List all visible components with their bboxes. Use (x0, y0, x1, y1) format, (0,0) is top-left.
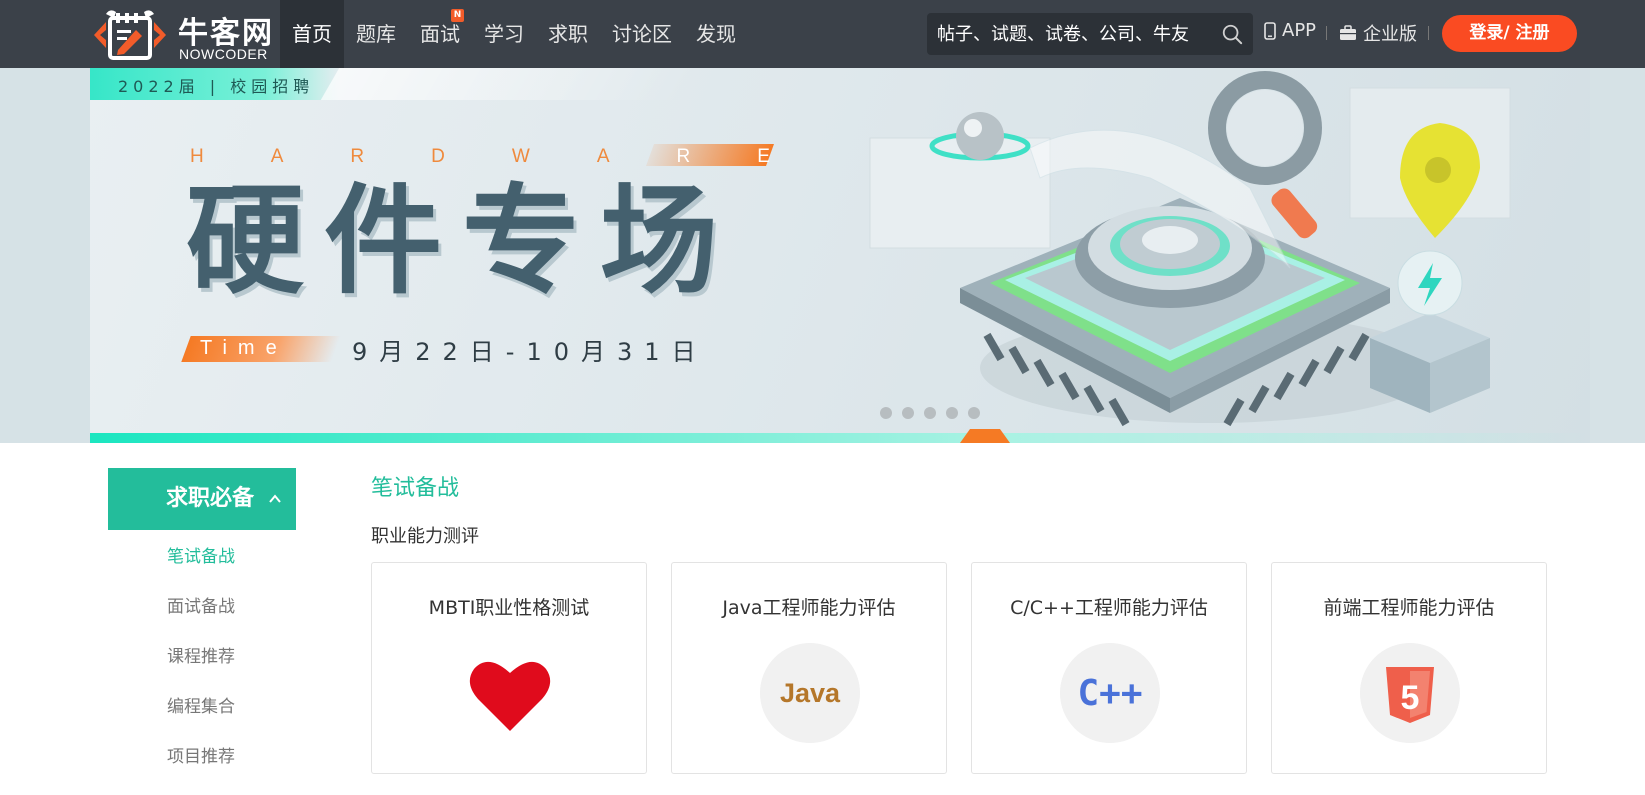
hardware-letter: R (350, 146, 365, 167)
briefcase-icon (1340, 25, 1356, 40)
sidebar-item-coding-collection[interactable]: 编程集合 (167, 692, 235, 717)
enterprise-label: 企业版 (1363, 24, 1417, 45)
nav-label: 讨论区 (612, 22, 672, 46)
nav-label: 发现 (696, 22, 736, 46)
nav-item-interview[interactable]: 面试 N (408, 0, 472, 68)
banner-carousel: 2022届 | 校园招聘 H A R D W A R E 硬件专场 Time 9… (0, 68, 1645, 443)
card-title: Java工程师能力评估 (722, 597, 896, 619)
phone-icon (1264, 21, 1276, 40)
top-navbar: 牛客网 NOWCODER 首页 题库 面试N 学习 求职 讨论区 发现 APP … (0, 0, 1645, 68)
chevron-up-icon (269, 494, 281, 503)
banner-title: 硬件专场 (186, 172, 739, 310)
sidebar-header-job-prep[interactable]: 求职必备 (108, 468, 296, 530)
nav-item-jobs[interactable]: 求职 (536, 0, 600, 68)
banner-slide[interactable]: 2022届 | 校园招聘 H A R D W A R E 硬件专场 Time 9… (90, 68, 1590, 443)
nav-item-question-bank[interactable]: 题库 (344, 0, 408, 68)
nav-label: 题库 (356, 22, 396, 46)
hardware-letter: A (270, 146, 284, 167)
search-icon[interactable] (1221, 23, 1243, 45)
nav-item-discover[interactable]: 发现 (684, 0, 748, 68)
new-badge: N (451, 9, 464, 22)
sidebar-item-projects[interactable]: 项目推荐 (167, 742, 235, 767)
carousel-dot[interactable] (924, 407, 936, 419)
card-cpp-assessment[interactable]: C/C++工程师能力评估 C++ (971, 562, 1247, 774)
nav-label: 学习 (484, 22, 524, 46)
hardware-letter: E (757, 146, 770, 167)
sidebar-header-label: 求职必备 (166, 486, 255, 511)
carousel-dots (880, 407, 980, 419)
divider (1326, 26, 1327, 40)
chip-illustration (869, 71, 1511, 427)
nav-label: 求职 (548, 22, 588, 46)
svg-text:C++: C++ (1077, 673, 1142, 714)
carousel-dot[interactable] (946, 407, 958, 419)
app-link[interactable]: APP (1264, 20, 1316, 41)
sidebar-item-written-test[interactable]: 笔试备战 (167, 542, 235, 567)
cpp-icon: C++ (1060, 643, 1160, 743)
card-title: 前端工程师能力评估 (1323, 597, 1495, 619)
hardware-letters: H A R D W A R E (190, 146, 770, 168)
banner-date: 9月22日-10月31日 (352, 338, 708, 366)
banner-tag-tail (320, 68, 700, 100)
heart-icon (469, 661, 551, 731)
app-label: APP (1282, 20, 1317, 41)
nav-item-learn[interactable]: 学习 (472, 0, 536, 68)
logo-text-en: NOWCODER (179, 46, 268, 62)
java-icon: Java (760, 643, 860, 743)
card-java-assessment[interactable]: Java工程师能力评估 Java (671, 562, 947, 774)
nav-item-discuss[interactable]: 讨论区 (600, 0, 684, 68)
banner-bottom-strip (90, 433, 1590, 443)
carousel-dot[interactable] (880, 407, 892, 419)
section-title: 笔试备战 (371, 476, 460, 501)
hardware-letter: R (676, 146, 691, 167)
carousel-dot[interactable] (968, 407, 980, 419)
nav-label: 面试 (420, 22, 460, 46)
divider (1428, 26, 1429, 40)
sidebar-item-interview-prep[interactable]: 面试备战 (167, 592, 235, 617)
nav-label: 首页 (292, 22, 332, 46)
carousel-dot[interactable] (902, 407, 914, 419)
hardware-letter: W (511, 146, 530, 167)
hardware-letter: A (596, 146, 610, 167)
search-input[interactable] (927, 23, 1207, 45)
time-label: Time (200, 337, 288, 359)
html5-icon: 5 (1360, 643, 1460, 743)
enterprise-link[interactable]: 企业版 (1339, 20, 1417, 46)
card-frontend-assessment[interactable]: 前端工程师能力评估 5 (1271, 562, 1547, 774)
svg-text:5: 5 (1401, 679, 1420, 717)
banner-tag: 2022届 | 校园招聘 (118, 77, 315, 96)
hardware-letter: D (431, 146, 445, 167)
nav-item-home[interactable]: 首页 (280, 0, 344, 68)
svg-text:Java: Java (780, 678, 841, 708)
sidebar-item-courses[interactable]: 课程推荐 (167, 642, 235, 667)
login-register-button[interactable]: 登录/ 注册 (1442, 15, 1577, 52)
logo[interactable]: 牛客网 NOWCODER (88, 6, 278, 62)
search-box (927, 13, 1253, 55)
main-nav: 首页 题库 面试 N 学习 求职 讨论区 发现 (280, 0, 748, 68)
hardware-letter: H (190, 146, 204, 167)
card-mbti-test[interactable]: MBTI职业性格测试 (371, 562, 647, 774)
logo-icon (94, 10, 166, 60)
card-title: C/C++工程师能力评估 (1010, 597, 1208, 619)
subsection-title: 职业能力测评 (371, 526, 479, 547)
card-title: MBTI职业性格测试 (428, 597, 590, 619)
